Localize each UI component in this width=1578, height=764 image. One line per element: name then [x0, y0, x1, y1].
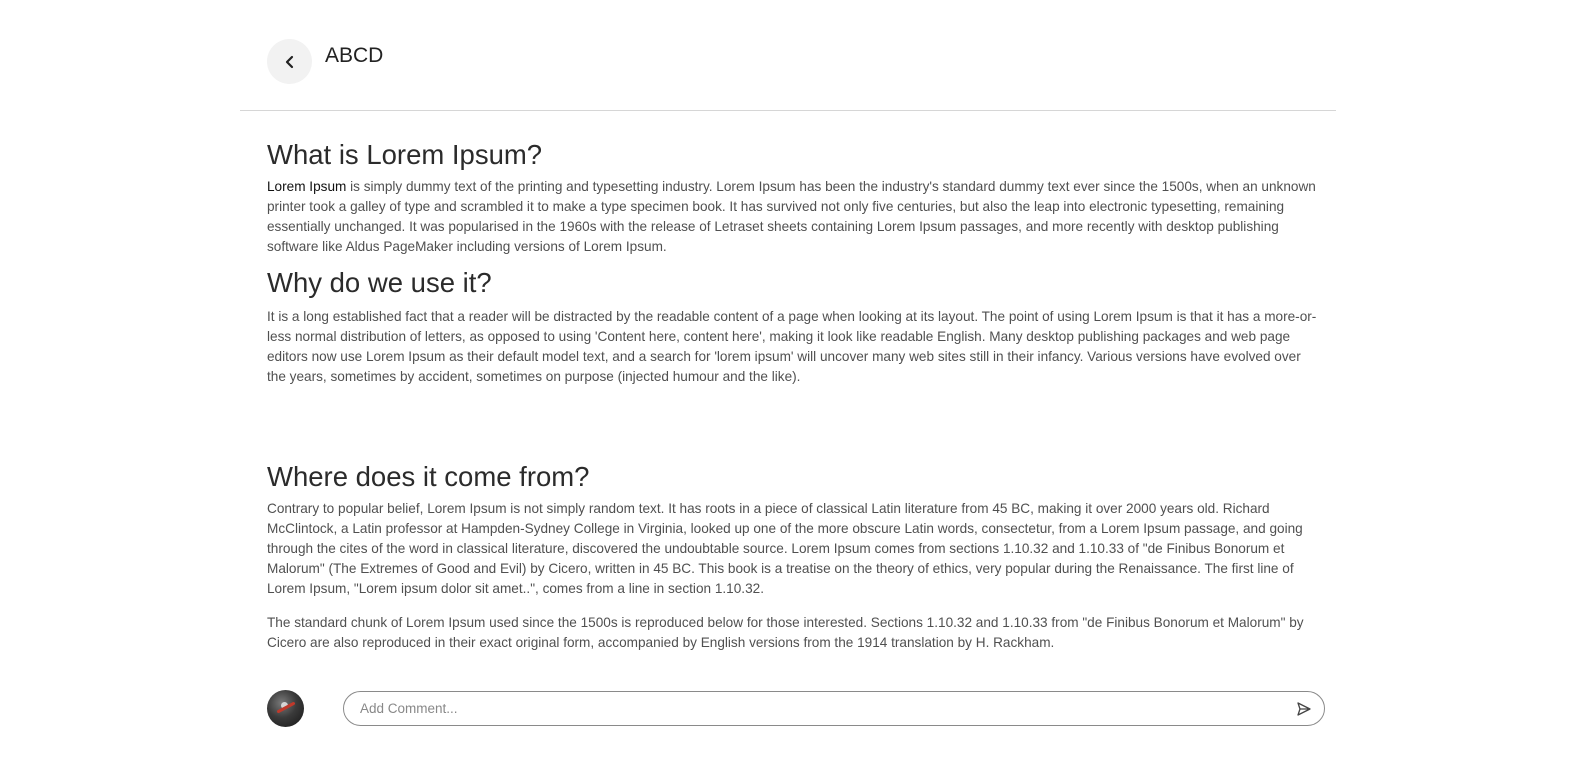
- comment-bar: [267, 690, 1325, 727]
- article-content: What is Lorem Ipsum? Lorem Ipsum is simp…: [267, 138, 1317, 653]
- section-body: Contrary to popular belief, Lorem Ipsum …: [267, 501, 1303, 596]
- section-title: Where does it come from?: [267, 461, 590, 492]
- section-body: It is a long established fact that a rea…: [267, 309, 1317, 384]
- page-header: ABCD: [240, 0, 1336, 111]
- page-title: ABCD: [325, 44, 384, 67]
- section-body: Lorem Ipsum is simply dummy text of the …: [267, 177, 1317, 257]
- comment-field: [343, 691, 1325, 726]
- comment-input[interactable]: [360, 692, 1280, 725]
- back-button[interactable]: [267, 39, 312, 84]
- section-title: Why do we use it?: [267, 267, 492, 298]
- user-avatar[interactable]: [267, 690, 304, 727]
- section-text: is simply dummy text of the printing and…: [267, 179, 1316, 254]
- section-body: The standard chunk of Lorem Ipsum used s…: [267, 615, 1304, 650]
- lead-term: Lorem Ipsum: [267, 179, 347, 194]
- chevron-left-icon: [285, 55, 293, 68]
- send-icon[interactable]: [1296, 701, 1312, 717]
- section-title: What is Lorem Ipsum?: [267, 139, 543, 170]
